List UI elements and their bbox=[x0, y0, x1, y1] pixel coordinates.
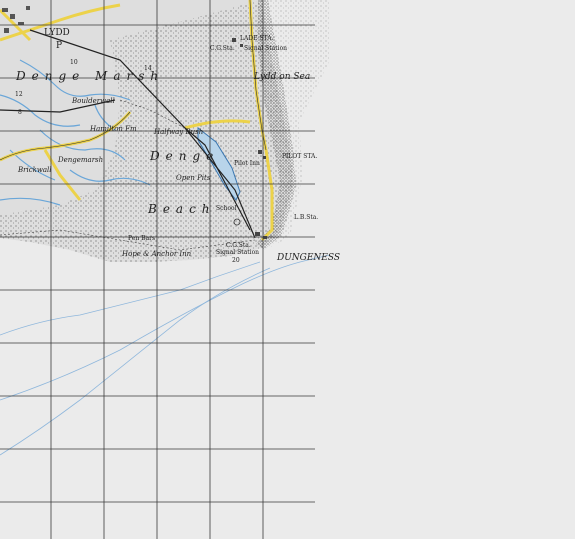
map-canvas[interactable]: LYDD P Denge Marsh 10 14 12 8 LADE STA. … bbox=[0, 0, 575, 539]
label-hamilton: Hamilton Fm bbox=[89, 125, 137, 133]
label-cg-sta-north: C.G.Sta. bbox=[210, 45, 235, 52]
label-lydd-p: P bbox=[56, 41, 62, 51]
label-height-14: 14 bbox=[144, 65, 152, 72]
label-dengemarsh: Dengemarsh bbox=[57, 156, 103, 164]
label-height-8: 8 bbox=[18, 109, 22, 116]
label-brickwall: Brickwall bbox=[17, 166, 52, 174]
label-school: School bbox=[216, 205, 237, 212]
label-boulderwall: Boulderwall bbox=[71, 97, 115, 105]
label-denge: Denge bbox=[149, 149, 219, 163]
label-pen-bars: Pen Bars bbox=[128, 235, 155, 242]
label-beach: Beach bbox=[147, 202, 216, 216]
label-cg-sta-south: C.G.Sta. bbox=[226, 242, 251, 249]
label-signal-station-south: Signal Station bbox=[216, 249, 259, 256]
label-lydd-on-sea: Lydd on Sea bbox=[253, 72, 310, 82]
label-dungeness: DUNGENESS bbox=[276, 253, 340, 263]
label-signal-station-north: Signal Station bbox=[244, 45, 287, 52]
label-hope-anchor: Hope & Anchor Inn bbox=[121, 250, 192, 258]
label-halfway-bush: Halfway Bush bbox=[153, 128, 203, 136]
label-height-20: 20 bbox=[232, 257, 240, 264]
label-open-pits: Open Pits bbox=[176, 174, 211, 182]
label-height-10: 10 bbox=[70, 59, 78, 66]
label-denge-marsh: Denge Marsh bbox=[15, 69, 164, 83]
label-lydd: LYDD bbox=[44, 28, 70, 38]
label-pilot-sta: PILOT STA. bbox=[282, 153, 317, 160]
label-height-12: 12 bbox=[15, 91, 23, 98]
label-lade-sta: LADE STA. bbox=[240, 35, 274, 42]
label-lb-sta: L.B.Sta. bbox=[294, 214, 318, 221]
label-pilot-inn: Pilot Inn bbox=[234, 160, 260, 167]
